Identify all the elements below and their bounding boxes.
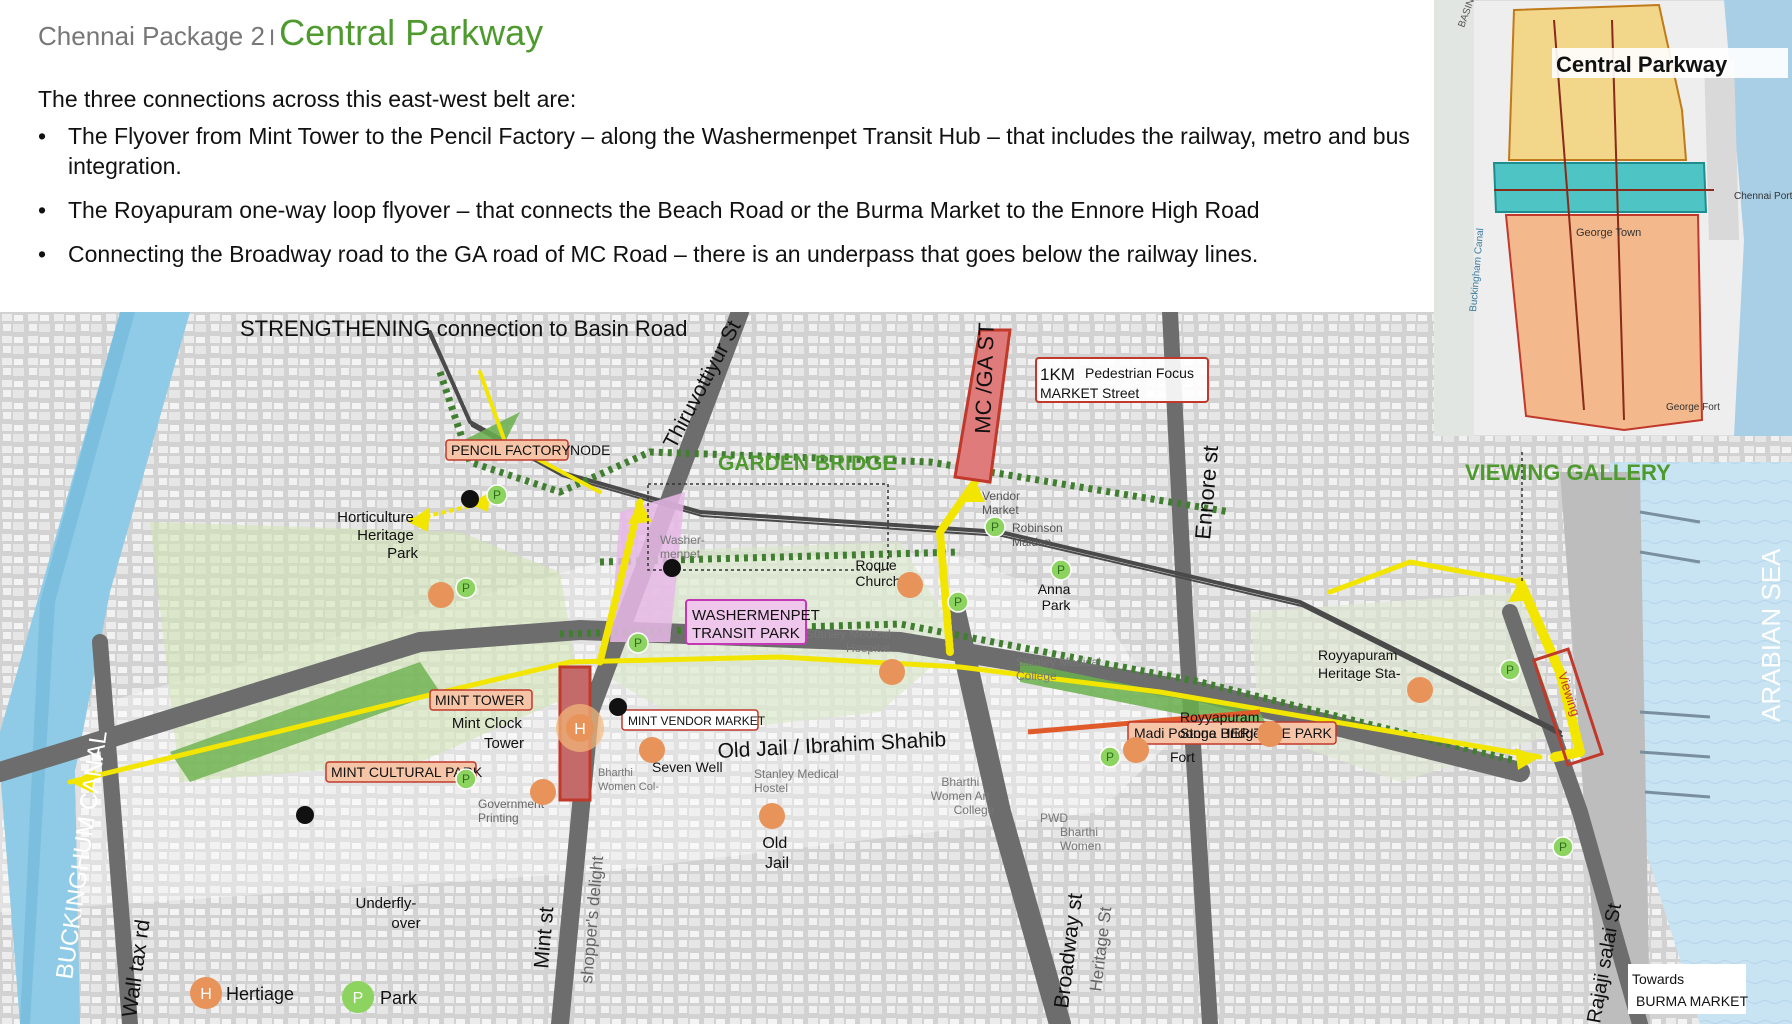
svg-text:P: P — [634, 636, 642, 650]
svg-text:P: P — [353, 990, 364, 1007]
connection-list: The Flyover from Mint Tower to the Penci… — [38, 122, 1428, 284]
viewing-gallery-label: VIEWING GALLERY — [1465, 460, 1671, 485]
anna-park-label: Anna Park — [1038, 581, 1075, 613]
pencil-node-label: NODE — [570, 442, 610, 458]
mint-tower-heritage-icon: H — [556, 704, 604, 752]
title-separator: I — [268, 25, 276, 50]
market-street-line2: MARKET Street — [1040, 385, 1139, 401]
svg-text:P: P — [1106, 750, 1114, 764]
svg-text:P: P — [493, 488, 501, 502]
inset-george-town-label: George Town — [1576, 227, 1641, 239]
market-street-line1: Pedestrian Focus — [1085, 365, 1194, 381]
seven-well-label: Seven Well — [652, 759, 723, 775]
inset-title: Central Parkway — [1556, 52, 1728, 77]
basin-road-label: STRENGTHENING connection to Basin Road — [240, 316, 688, 341]
location-inset-map: BASIN ROAD Buckingham Canal George Town … — [1434, 0, 1792, 436]
mint-vendor-label: MINT VENDOR MARKET — [628, 714, 766, 728]
vendor-market-label: Vendor Market — [982, 489, 1023, 517]
svg-text:P: P — [462, 772, 470, 786]
inset-chennai-port-label: Chennai Port — [1734, 191, 1792, 202]
legend-park-label: Park — [380, 988, 418, 1008]
legend-heritage-label: Hertiage — [226, 984, 294, 1004]
svg-text:P: P — [991, 520, 999, 534]
royyapuram-bridge-label: Royyapuram Stone Bridge — [1180, 709, 1263, 741]
market-street-km: 1KM — [1040, 365, 1075, 384]
bullet-underpass: Connecting the Broadway road to the GA r… — [38, 240, 1428, 270]
svg-text:P: P — [1506, 663, 1514, 677]
washermenpet-transit-line2: TRANSIT PARK — [692, 625, 800, 642]
mc-ga-st-label: MC /GA ST — [970, 322, 999, 434]
package-label: Chennai Package 2 — [38, 21, 265, 51]
bharthi-women-label: Bharthi Women — [1060, 825, 1101, 853]
arabian-sea-label: ARABIAN SEA — [1756, 548, 1786, 722]
page-title: Central Parkway — [279, 12, 544, 53]
svg-text:P: P — [1057, 563, 1065, 577]
svg-text:P: P — [954, 595, 962, 609]
bullet-loop-flyover: The Royapuram one-way loop flyover – tha… — [38, 196, 1428, 226]
svg-text:P: P — [1559, 840, 1567, 854]
svg-text:H: H — [574, 721, 586, 738]
bullet-flyover: The Flyover from Mint Tower to the Penci… — [38, 122, 1428, 182]
header: Chennai Package 2 I Central Parkway — [38, 12, 543, 54]
roque-church-label: Roque Church — [855, 557, 900, 589]
svg-text:P: P — [462, 581, 470, 595]
pwd-label: PWD — [1040, 811, 1068, 825]
fort-label: Fort — [1170, 749, 1195, 765]
intro-text: The three connections across this east-w… — [38, 86, 577, 112]
svg-text:H: H — [200, 986, 212, 1003]
washermenpet-transit-line1: WASHERMENPET — [692, 607, 820, 624]
inset-george-fort-label: George Fort — [1666, 402, 1720, 413]
mint-tower-label: MINT TOWER — [435, 692, 524, 708]
garden-bridge-label: GARDEN BRIDGE — [718, 452, 897, 475]
pencil-factory-label: PENCIL FACTORY — [451, 442, 571, 458]
